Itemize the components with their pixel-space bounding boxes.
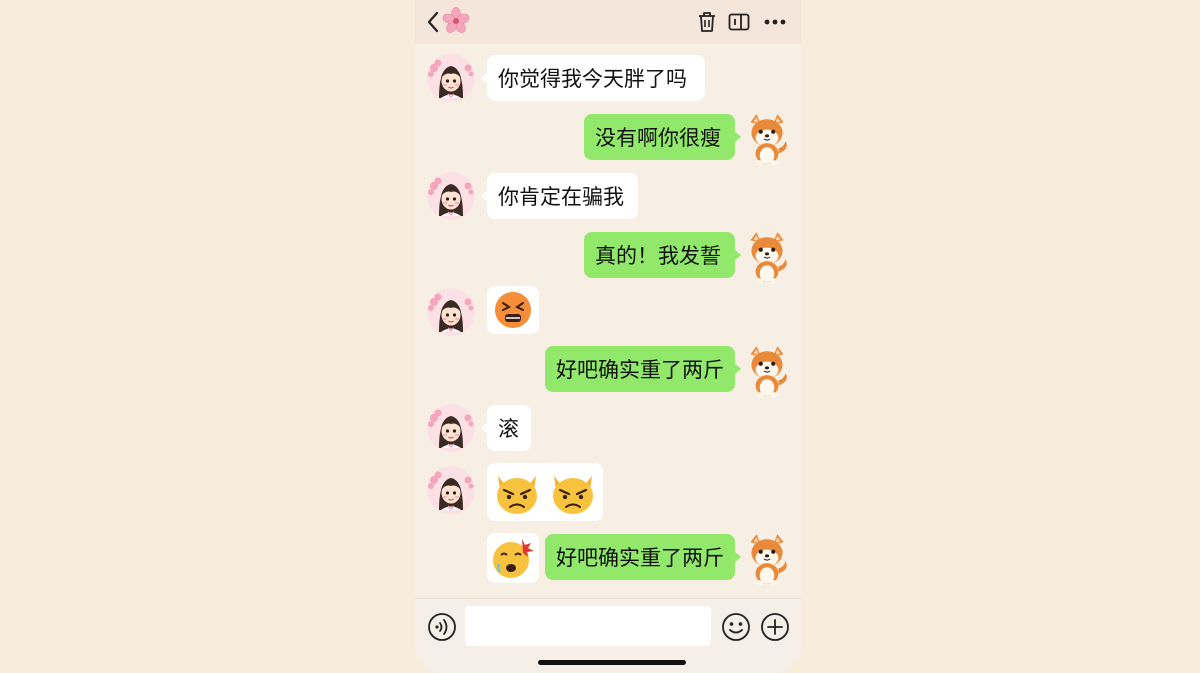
- shiba-dog-avatar[interactable]: [742, 230, 792, 284]
- emoji-message: [487, 286, 539, 334]
- voice-icon[interactable]: [427, 612, 457, 642]
- chat-header: [415, 0, 801, 44]
- bumped-head-face-emoji: [493, 539, 534, 578]
- sidebar-panel-icon[interactable]: [727, 10, 751, 34]
- message-bubble: 滚: [481, 405, 531, 451]
- message-bubble: 好吧确实重了两斤: [545, 346, 741, 392]
- message-bubble: 真的！我发誓: [584, 232, 741, 278]
- chat-screen: 你觉得我今天胖了吗 没有啊你很瘦 你肯定在骗我 真的！我发誓 好吧确实重了两斤 …: [415, 0, 801, 673]
- cherry-blossom-icon: [441, 6, 471, 36]
- girl-avatar[interactable]: [427, 172, 475, 220]
- girl-avatar[interactable]: [427, 466, 475, 514]
- trash-icon[interactable]: [695, 10, 719, 34]
- message-text: 你肯定在骗我: [498, 185, 624, 209]
- message-bubble: 你觉得我今天胖了吗: [481, 55, 705, 101]
- chevron-left-icon[interactable]: [425, 9, 441, 35]
- smiley-icon[interactable]: [721, 612, 751, 642]
- message-bubble: 没有啊你很瘦: [584, 114, 741, 160]
- pouting-cat-emoji: [497, 476, 537, 514]
- message-bubble: 你肯定在骗我: [481, 173, 638, 219]
- girl-avatar[interactable]: [427, 54, 475, 102]
- message-text: 滚: [498, 417, 519, 441]
- message-text: 好吧确实重了两斤: [556, 358, 724, 382]
- emoji-message: [487, 463, 603, 521]
- message-text: 你觉得我今天胖了吗: [498, 67, 687, 91]
- shiba-dog-avatar[interactable]: [742, 112, 792, 166]
- more-dots-icon[interactable]: [763, 10, 787, 34]
- girl-avatar[interactable]: [427, 288, 475, 336]
- home-indicator[interactable]: [538, 660, 686, 665]
- shiba-dog-avatar[interactable]: [742, 344, 792, 398]
- message-text: 好吧确实重了两斤: [556, 546, 724, 570]
- girl-avatar[interactable]: [427, 404, 475, 452]
- message-text: 没有啊你很瘦: [595, 126, 721, 150]
- shiba-dog-avatar[interactable]: [742, 532, 792, 586]
- message-text: 真的！我发誓: [595, 244, 721, 268]
- plus-icon[interactable]: [760, 612, 790, 642]
- emoji-message: [487, 533, 539, 583]
- message-bubble: 好吧确实重了两斤: [545, 534, 741, 580]
- message-input[interactable]: [465, 606, 711, 646]
- pouting-cat-emoji: [553, 476, 593, 514]
- persevering-face-emoji: [495, 292, 531, 328]
